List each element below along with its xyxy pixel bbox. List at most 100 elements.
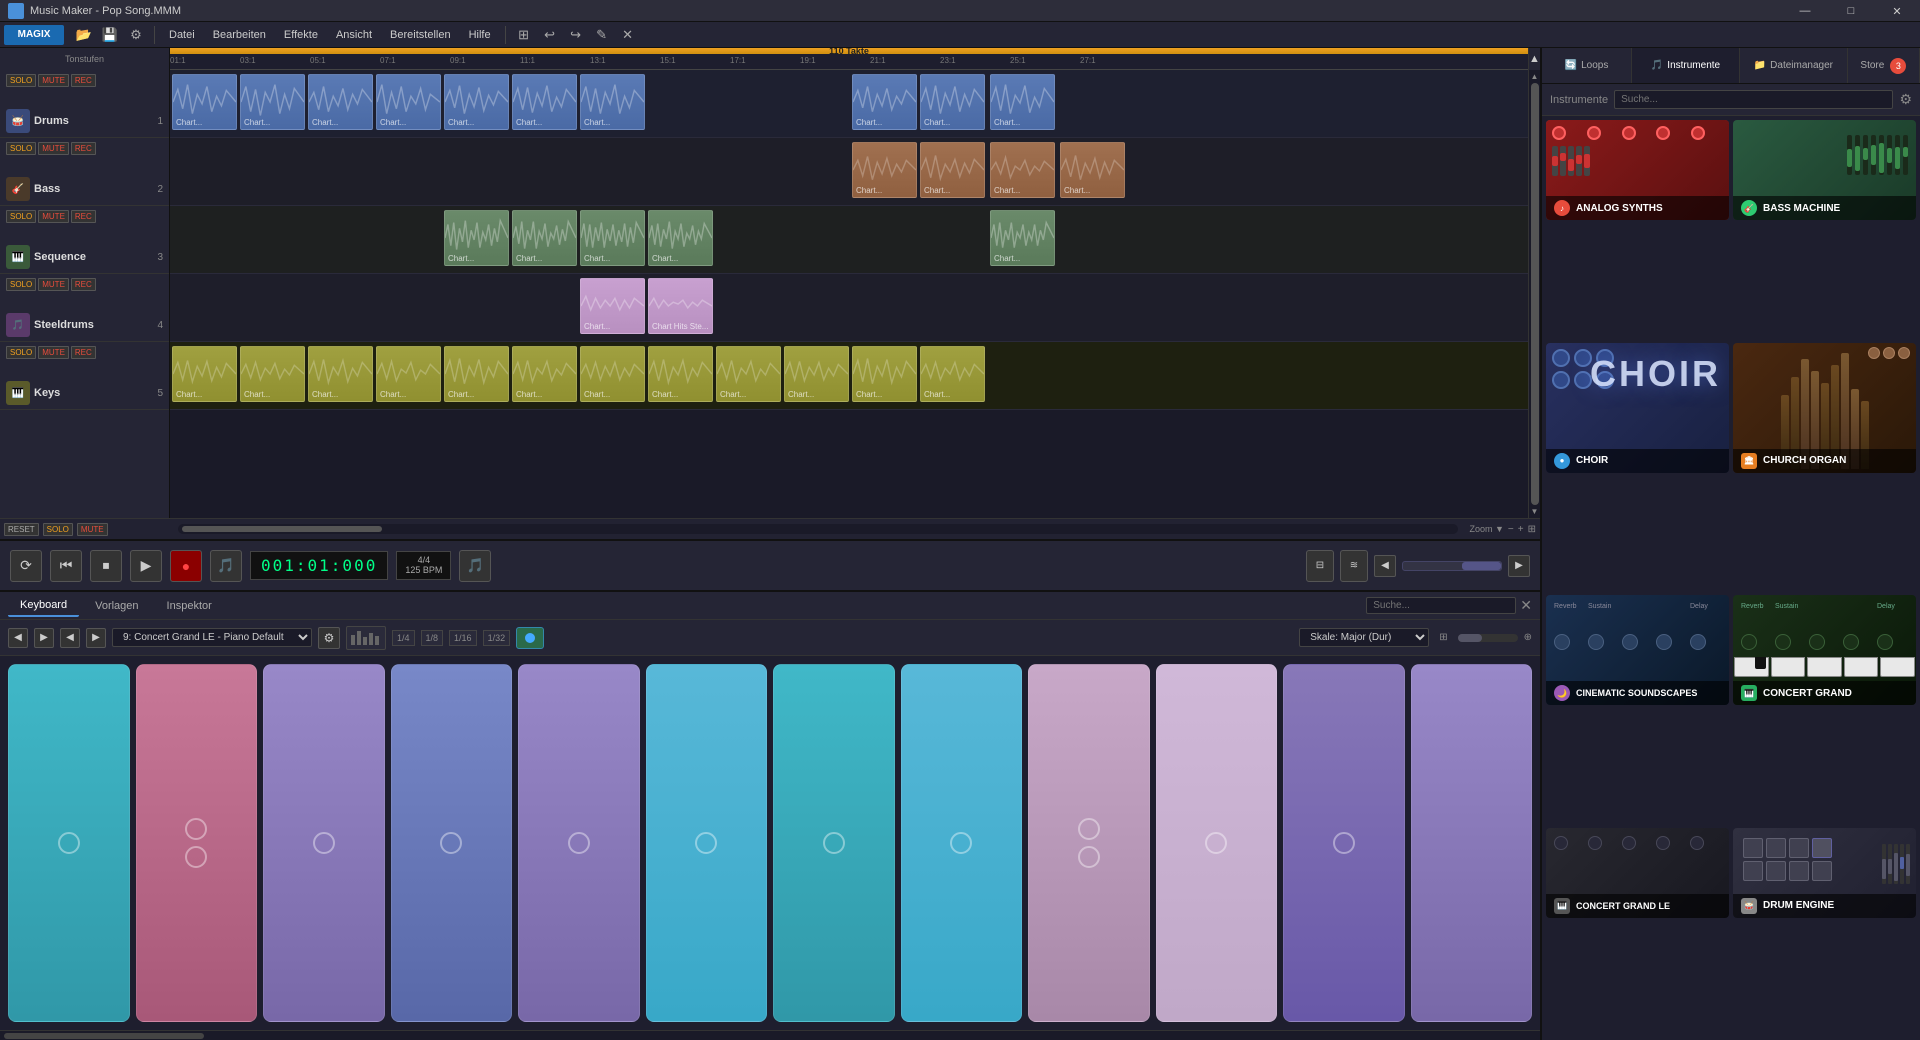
menu-datei[interactable]: Datei [161,27,203,43]
master-solo-button[interactable]: SOLO [43,523,73,536]
keyboard-expand-btn[interactable]: ⊕ [1524,632,1532,643]
scroll-up-arrow[interactable]: ▲ [1531,72,1539,81]
keys-clip-7[interactable]: Chart... [580,346,645,402]
instrument-card-church-organ[interactable]: 🏛 CHURCH ORGAN [1733,343,1916,473]
keys-clip-10[interactable]: Chart... [784,346,849,402]
steel-clip-1[interactable]: Chart... [580,278,645,334]
keys-clip-3[interactable]: Chart... [308,346,373,402]
midi-pattern-btn[interactable] [346,626,386,650]
instrument-settings-icon[interactable]: ⚙ [1899,91,1912,108]
pad-key-9[interactable] [1028,664,1150,1022]
pad-key-10[interactable] [1156,664,1278,1022]
solo-btn-steeldrums[interactable]: SOLO [6,278,36,291]
close-button[interactable]: ✕ [1874,0,1920,22]
fit-btn[interactable]: ⊞ [1528,524,1536,535]
seek-right-button[interactable]: ▶ [1508,555,1530,577]
tab-dateimanager[interactable]: 📁 Dateimanager [1740,48,1848,83]
octave-up-btn[interactable]: ▶ [34,628,54,648]
pad-key-4[interactable] [391,664,513,1022]
seq-clip-1[interactable]: Chart... [444,210,509,266]
redo-arrow[interactable]: ↪ [564,25,588,45]
keys-clip-9[interactable]: Chart... [716,346,781,402]
pad-key-12[interactable] [1411,664,1533,1022]
tab-vorlagen[interactable]: Vorlagen [83,596,150,616]
mute-btn-keys[interactable]: MUTE [38,346,69,359]
mute-btn-drums[interactable]: MUTE [38,74,69,87]
pad-key-2[interactable] [136,664,258,1022]
pad-key-6[interactable] [646,664,768,1022]
play-button[interactable]: ▶ [130,550,162,582]
prev-preset-btn[interactable]: ◀ [60,628,80,648]
next-preset-btn[interactable]: ▶ [86,628,106,648]
drums-clip-1[interactable]: Chart... [172,74,237,130]
keys-clip-4[interactable]: Chart... [376,346,441,402]
search-input[interactable] [1366,597,1516,614]
instrument-search-input[interactable] [1614,90,1893,109]
drums-clip-6[interactable]: Chart... [512,74,577,130]
seq-clip-3[interactable]: Chart... [580,210,645,266]
tab-loops[interactable]: 🔄 Loops [1542,48,1632,83]
wave-view-button[interactable]: ≋ [1340,550,1368,582]
seq-clip-4[interactable]: Chart... [648,210,713,266]
seq-clip-2[interactable]: Chart... [512,210,577,266]
h-scroll-thumb[interactable] [182,526,382,532]
pattern-view-button[interactable]: ⊟ [1306,550,1334,582]
solo-btn-keys[interactable]: SOLO [6,346,36,359]
bass-clip-2[interactable]: Chart... [920,142,985,198]
drums-clip-8[interactable]: Chart... [852,74,917,130]
keys-clip-2[interactable]: Chart... [240,346,305,402]
solo-btn-bass[interactable]: SOLO [6,142,36,155]
keys-clip-5[interactable]: Chart... [444,346,509,402]
keyboard-zoom-slider[interactable] [1458,634,1518,642]
drums-clip-10[interactable]: Chart... [990,74,1055,130]
seek-left-button[interactable]: ◀ [1374,555,1396,577]
keys-clip-12[interactable]: Chart... [920,346,985,402]
pad-key-11[interactable] [1283,664,1405,1022]
stop-button[interactable]: ⏹ [90,550,122,582]
quantize-3-btn[interactable]: 1/16 [449,630,477,646]
vertical-scrollbar[interactable]: ▲ ▼ [1528,70,1540,518]
keyboard-scroll-thumb[interactable] [4,1033,204,1039]
mute-btn-steeldrums[interactable]: MUTE [38,278,69,291]
drums-clip-9[interactable]: Chart... [920,74,985,130]
rewind-to-start-button[interactable]: ⏮ [50,550,82,582]
keys-clip-1[interactable]: Chart... [172,346,237,402]
keys-clip-11[interactable]: Chart... [852,346,917,402]
instrument-card-drum-engine[interactable]: 🥁 DRUM ENGINE [1733,828,1916,918]
pad-key-7[interactable] [773,664,895,1022]
maximize-button[interactable]: □ [1828,0,1874,22]
scroll-down-arrow[interactable]: ▼ [1531,507,1539,516]
pad-key-3[interactable] [263,664,385,1022]
drums-clip-2[interactable]: Chart... [240,74,305,130]
drums-clip-7[interactable]: Chart... [580,74,645,130]
pencil-button[interactable]: ✎ [590,25,614,45]
pad-key-1[interactable] [8,664,130,1022]
zoom-in-btn[interactable]: + [1518,524,1524,535]
undo-arrow[interactable]: ↩ [538,25,562,45]
solo-btn-drums[interactable]: SOLO [6,74,36,87]
pad-key-8[interactable] [901,664,1023,1022]
scroll-thumb[interactable] [1531,83,1539,505]
settings-button[interactable]: ⚙ [124,25,148,45]
mute-btn-bass[interactable]: MUTE [38,142,69,155]
menu-bereitstellen[interactable]: Bereitstellen [382,27,459,43]
active-indicator[interactable] [516,627,544,649]
keyboard-scrollbar[interactable] [0,1030,1540,1040]
instrument-card-cinematic[interactable]: ReverbSustainDelay 🌙 CINEMATIC SOUNDSCAP… [1546,595,1729,705]
zoom-out-btn[interactable]: − [1508,524,1514,535]
solo-btn-sequence[interactable]: SOLO [6,210,36,223]
open-button[interactable]: 📂 [72,25,96,45]
menu-hilfe[interactable]: Hilfe [461,27,499,43]
instrument-card-concert-grand-le[interactable]: 🎹 CONCERT GRAND LE [1546,828,1729,918]
seq-clip-5[interactable]: Chart... [990,210,1055,266]
quantize-4-btn[interactable]: 1/32 [483,630,511,646]
scale-select[interactable]: Skale: Major (Dur) [1299,628,1429,647]
preset-settings-btn[interactable]: ⚙ [318,627,340,649]
bass-clip-4[interactable]: Chart... [1060,142,1125,198]
keyboard-settings-btn[interactable]: ⊞ [1435,632,1451,643]
close-project-button[interactable]: ✕ [616,25,640,45]
bass-clip-3[interactable]: Chart... [990,142,1055,198]
tab-keyboard[interactable]: Keyboard [8,595,79,617]
mute-btn-sequence[interactable]: MUTE [38,210,69,223]
instrument-card-choir[interactable]: CHOIR ● CHOIR [1546,343,1729,473]
